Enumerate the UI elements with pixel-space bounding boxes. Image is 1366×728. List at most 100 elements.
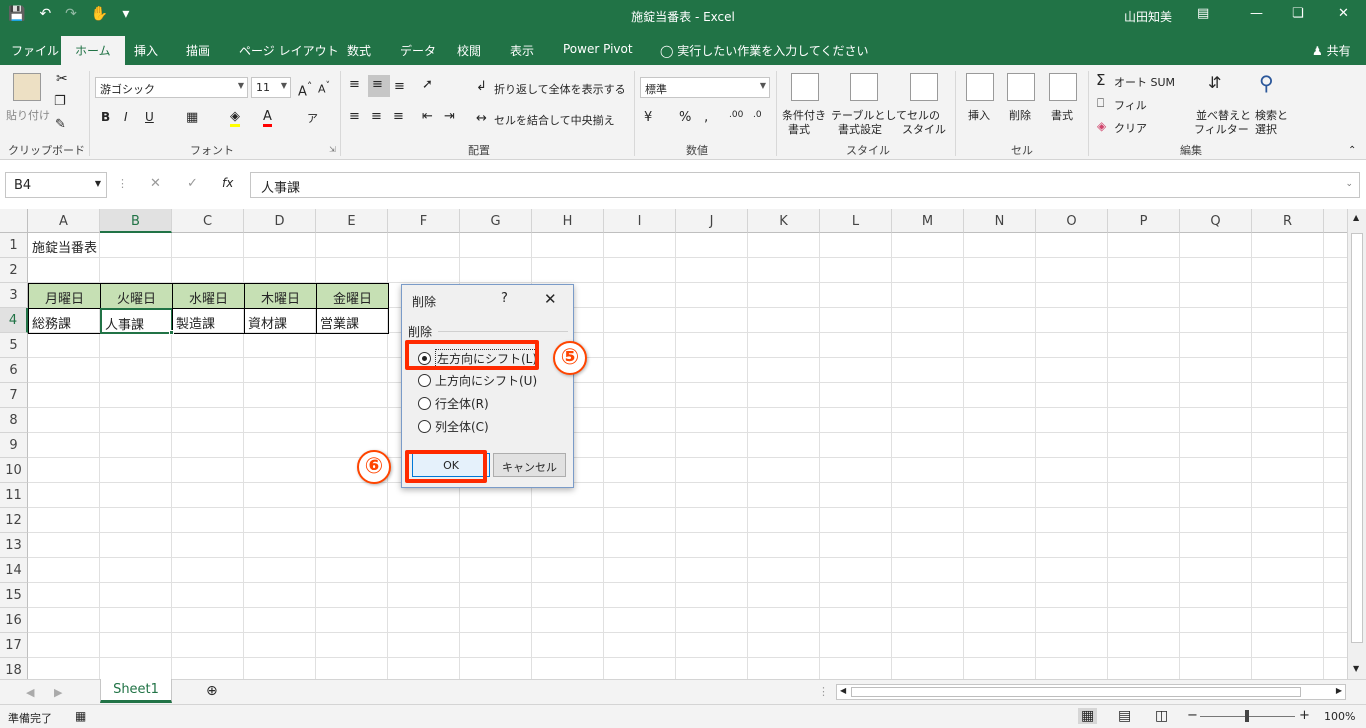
user-name[interactable]: 山田知美: [1124, 8, 1172, 25]
row-header[interactable]: 12: [0, 508, 28, 533]
font-name-select[interactable]: 游ゴシック ▼: [95, 77, 248, 98]
close-icon[interactable]: ✕: [1338, 6, 1349, 21]
sheet-tab-sheet1[interactable]: Sheet1: [100, 679, 172, 703]
row-header[interactable]: 16: [0, 608, 28, 633]
radio-shift-up[interactable]: 上方向にシフト(U): [418, 372, 537, 389]
vertical-scrollbar[interactable]: ▲ ▼: [1347, 209, 1366, 679]
copy-icon[interactable]: ❐: [54, 94, 66, 109]
tab-insert[interactable]: 挿入: [134, 42, 158, 59]
horizontal-scrollbar[interactable]: ◀ ▶: [836, 684, 1346, 700]
tell-me-box[interactable]: ◯ 実行したい作業を入力してください: [660, 42, 869, 59]
radio-entire-row[interactable]: 行全体(R): [418, 395, 489, 412]
column-header[interactable]: N: [964, 209, 1036, 233]
tab-draw[interactable]: 描画: [186, 42, 210, 59]
grow-font-icon[interactable]: A˄: [298, 80, 312, 99]
drag-handle-icon[interactable]: ⋮: [117, 177, 128, 190]
cancel-icon[interactable]: ✕: [150, 176, 161, 191]
column-header[interactable]: J: [676, 209, 748, 233]
zoom-out-icon[interactable]: −: [1187, 708, 1198, 723]
row-header[interactable]: 13: [0, 533, 28, 558]
row-header[interactable]: 14: [0, 558, 28, 583]
page-break-view-icon[interactable]: ◫: [1155, 708, 1168, 724]
active-cell[interactable]: 人事課: [100, 308, 173, 334]
fill-handle[interactable]: [169, 330, 174, 335]
decrease-indent-icon[interactable]: ⇤: [422, 109, 433, 124]
scroll-thumb[interactable]: [1351, 233, 1363, 643]
border-icon[interactable]: ▦: [186, 110, 198, 125]
tab-home[interactable]: ホーム: [61, 36, 125, 65]
increase-indent-icon[interactable]: ⇥: [444, 109, 455, 124]
align-middle-icon[interactable]: ≡: [368, 75, 390, 97]
header-cell[interactable]: 水曜日: [172, 283, 245, 309]
column-header[interactable]: H: [532, 209, 604, 233]
column-header[interactable]: G: [460, 209, 532, 233]
column-header[interactable]: F: [388, 209, 460, 233]
data-cell[interactable]: 営業課: [316, 308, 389, 334]
row-header[interactable]: 8: [0, 408, 28, 433]
increase-decimal-icon[interactable]: .00: [729, 110, 743, 120]
scroll-up-icon[interactable]: ▲: [1353, 213, 1359, 222]
shrink-font-icon[interactable]: A˅: [318, 80, 330, 96]
column-header[interactable]: D: [244, 209, 316, 233]
header-cell[interactable]: 火曜日: [100, 283, 173, 309]
data-cell[interactable]: 総務課: [28, 308, 101, 334]
row-header[interactable]: 18: [0, 658, 28, 679]
tab-review[interactable]: 校閲: [457, 42, 481, 59]
share-button[interactable]: ♟ 共有: [1312, 42, 1351, 59]
tab-data[interactable]: データ: [400, 42, 436, 59]
row-header[interactable]: 1: [0, 233, 28, 258]
row-header[interactable]: 7: [0, 383, 28, 408]
row-header[interactable]: 2: [0, 258, 28, 283]
tab-file[interactable]: ファイル: [11, 42, 59, 59]
minimize-icon[interactable]: —: [1250, 6, 1263, 21]
expand-formula-icon[interactable]: ⌄: [1345, 179, 1353, 189]
name-box[interactable]: B4 ▼: [5, 172, 107, 198]
scroll-left-icon[interactable]: ◀: [840, 686, 846, 695]
column-header[interactable]: R: [1252, 209, 1324, 233]
normal-view-icon[interactable]: ▦: [1078, 708, 1098, 724]
italic-icon[interactable]: I: [124, 110, 128, 124]
tab-view[interactable]: 表示: [510, 42, 534, 59]
data-cell[interactable]: 資材課: [244, 308, 317, 334]
radio-entire-column[interactable]: 列全体(C): [418, 418, 489, 435]
column-header[interactable]: P: [1108, 209, 1180, 233]
column-header[interactable]: L: [820, 209, 892, 233]
comma-icon[interactable]: ‚: [704, 110, 708, 125]
column-header[interactable]: M: [892, 209, 964, 233]
close-icon[interactable]: ✕: [544, 290, 557, 308]
column-header[interactable]: C: [172, 209, 244, 233]
split-handle-icon[interactable]: ⋮: [818, 685, 829, 698]
scroll-thumb[interactable]: [851, 687, 1301, 697]
align-right-icon[interactable]: ≡: [393, 109, 404, 124]
fill-color-icon[interactable]: ◈: [230, 109, 240, 127]
orientation-icon[interactable]: ➚: [422, 77, 433, 92]
cancel-button[interactable]: キャンセル: [493, 453, 566, 477]
maximize-icon[interactable]: ❏: [1292, 6, 1304, 21]
align-top-icon[interactable]: ≡: [349, 77, 360, 92]
zoom-slider-thumb[interactable]: [1245, 710, 1249, 722]
zoom-in-icon[interactable]: +: [1299, 708, 1310, 723]
decrease-decimal-icon[interactable]: .0: [753, 110, 762, 120]
next-sheet-icon[interactable]: ▶: [54, 686, 62, 699]
enter-icon[interactable]: ✓: [187, 176, 198, 191]
insert-function-icon[interactable]: fx: [222, 176, 233, 190]
macro-record-icon[interactable]: ▦: [75, 709, 86, 723]
align-bottom-icon[interactable]: ≡: [394, 79, 405, 94]
header-cell[interactable]: 月曜日: [28, 283, 101, 309]
column-header[interactable]: A: [28, 209, 100, 233]
cell-title[interactable]: 施錠当番表: [29, 233, 100, 260]
column-header[interactable]: I: [604, 209, 676, 233]
percent-icon[interactable]: %: [679, 110, 691, 125]
help-icon[interactable]: ?: [501, 291, 508, 306]
scroll-right-icon[interactable]: ▶: [1336, 686, 1342, 695]
phonetic-icon[interactable]: ア: [307, 110, 318, 126]
row-header[interactable]: 17: [0, 633, 28, 658]
scroll-down-icon[interactable]: ▼: [1353, 664, 1359, 673]
currency-icon[interactable]: ¥: [644, 110, 652, 125]
column-header[interactable]: B: [100, 209, 172, 233]
row-header[interactable]: 6: [0, 358, 28, 383]
column-header[interactable]: O: [1036, 209, 1108, 233]
row-header[interactable]: 11: [0, 483, 28, 508]
row-header[interactable]: 9: [0, 433, 28, 458]
row-header[interactable]: 10: [0, 458, 28, 483]
